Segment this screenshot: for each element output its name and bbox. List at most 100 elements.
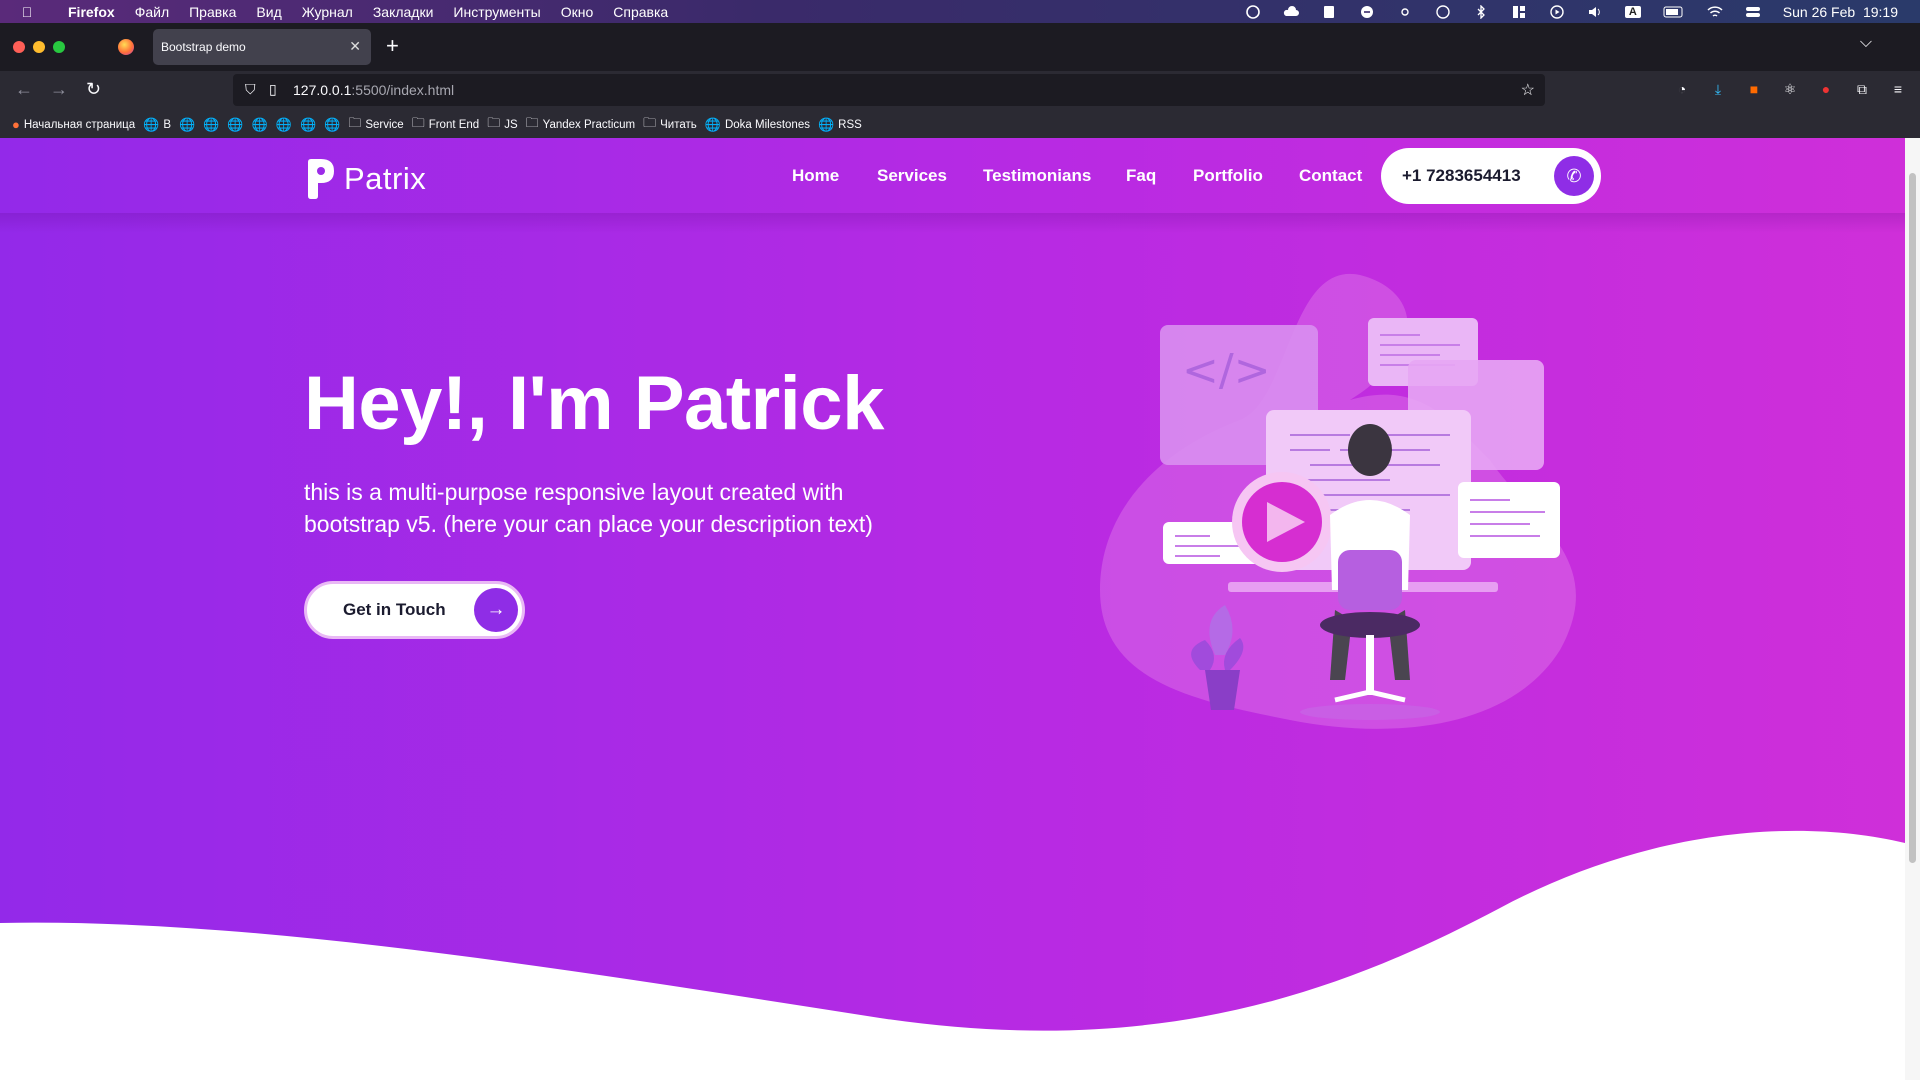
bookmarks-toolbar: ● Начальная страница 🌐 В 🌐 🌐 🌐 🌐 🌐 🌐 🌐 🗀 Service 🗀 Fro…: [0, 111, 1920, 138]
wifi-icon[interactable]: [1707, 5, 1723, 19]
globe-icon: 🌐: [817, 116, 835, 132]
forward-button[interactable]: →: [50, 79, 68, 100]
developer-illustration: </>: [1100, 273, 1576, 729]
get-in-touch-button[interactable]: Get in Touch →: [304, 581, 525, 639]
downloads-icon[interactable]: ⤓: [1710, 81, 1726, 98]
brightness-icon[interactable]: [1397, 5, 1413, 19]
react-devtools-icon[interactable]: ⚛: [1782, 81, 1798, 98]
extensions-icon[interactable]: ⧉: [1854, 81, 1870, 98]
page-info-icon[interactable]: ▯: [269, 81, 277, 98]
tracking-protection-icon[interactable]: ⛉: [245, 81, 256, 98]
menu-edit[interactable]: Правка: [189, 4, 236, 20]
folder-icon: 🗀: [411, 114, 425, 130]
page-scrollbar[interactable]: [1905, 138, 1920, 1080]
bookmark-item[interactable]: 🌐: [252, 117, 268, 133]
shazam-icon[interactable]: [1435, 4, 1451, 19]
bookmark-label: Doka Milestones: [724, 118, 810, 131]
globe-icon: 🌐: [324, 116, 341, 132]
site-logo[interactable]: Patrix: [306, 158, 426, 200]
globe-icon: 🌐: [275, 116, 292, 132]
scrollbar-thumb[interactable]: [1909, 173, 1916, 863]
apple-icon[interactable]: : [16, 4, 38, 20]
bookmark-item[interactable]: 🌐: [276, 117, 292, 133]
menu-clock[interactable]: Sun 26 Feb 19:19: [1783, 4, 1898, 20]
bookmark-item[interactable]: ● Начальная страница: [12, 117, 135, 132]
input-source-indicator[interactable]: A: [1624, 5, 1641, 18]
nav-link-contact[interactable]: Contact: [1299, 166, 1362, 186]
bookmark-item[interactable]: 🗀 Yandex Practicum: [526, 114, 635, 136]
bookmark-label: Service: [365, 118, 404, 131]
bookmark-label: В: [163, 118, 171, 131]
firefox-icon: ●: [12, 117, 20, 132]
clipboard-icon[interactable]: [1321, 5, 1337, 19]
globe-icon: 🌐: [251, 116, 268, 132]
menu-tools[interactable]: Инструменты: [453, 4, 540, 20]
reload-button[interactable]: ↻: [86, 79, 101, 100]
browser-toolbar: ← → ↻ ⛉ ▯ 127.0.0.1:5500/index.html ☆ ◔ …: [0, 71, 1920, 111]
bookmark-item[interactable]: 🌐: [300, 117, 316, 133]
new-tab-button[interactable]: +: [386, 33, 399, 59]
cta-label: Get in Touch: [343, 600, 446, 619]
nav-link-testimonians[interactable]: Testimonians: [983, 166, 1091, 186]
nav-link-home[interactable]: Home: [792, 166, 839, 186]
address-bar[interactable]: ⛉ ▯ 127.0.0.1:5500/index.html ☆: [233, 74, 1545, 106]
bookmark-item[interactable]: 🗀 Читать: [643, 114, 697, 136]
phone-icon[interactable]: ✆: [1554, 156, 1594, 196]
control-center-icon[interactable]: [1745, 5, 1761, 19]
system-menu-bar:  Firefox Файл Правка Вид Журнал Закладк…: [0, 0, 1920, 23]
bookmark-item[interactable]: 🌐 RSS: [818, 117, 862, 133]
bookmark-item[interactable]: 🌐 Doka Milestones: [705, 117, 810, 133]
bookmark-label: Читать: [660, 118, 697, 131]
bluetooth-icon[interactable]: [1473, 4, 1489, 19]
menu-view[interactable]: Вид: [256, 4, 281, 20]
tab-bootstrap-demo[interactable]: Bootstrap demo ✕: [153, 29, 371, 65]
bookmark-label: Yandex Practicum: [542, 118, 636, 131]
bookmark-label: Начальная страница: [23, 118, 136, 131]
phone-contact-button[interactable]: +1 7283654413 ✆: [1381, 148, 1601, 204]
menu-window[interactable]: Окно: [561, 4, 594, 20]
firefox-view-icon[interactable]: [118, 39, 134, 55]
tab-close-icon[interactable]: ✕: [349, 38, 361, 55]
layout-icon[interactable]: [1511, 5, 1527, 19]
video-play-icon[interactable]: [1232, 472, 1332, 572]
window-zoom-button[interactable]: [53, 41, 65, 53]
bookmark-item[interactable]: 🗀 Service: [348, 114, 403, 136]
adblock-icon[interactable]: ●: [1818, 81, 1834, 98]
menu-help[interactable]: Справка: [613, 4, 668, 20]
bookmark-label: JS: [504, 118, 518, 131]
menu-file[interactable]: Файл: [135, 4, 169, 20]
extension-color-icon[interactable]: ■: [1746, 81, 1762, 98]
sync-icon[interactable]: [1359, 5, 1375, 19]
globe-icon: 🌐: [704, 116, 721, 132]
battery-icon[interactable]: [1663, 5, 1685, 19]
play-circle-icon[interactable]: [1549, 4, 1565, 19]
bookmark-item[interactable]: 🗀 Front End: [412, 114, 480, 136]
menu-app-name[interactable]: Firefox: [68, 4, 115, 20]
list-all-tabs-icon[interactable]: ⌵: [1860, 34, 1872, 52]
volume-icon[interactable]: [1587, 5, 1603, 19]
menu-history[interactable]: Журнал: [302, 4, 353, 20]
menu-bookmarks[interactable]: Закладки: [373, 4, 434, 20]
app-menu-icon[interactable]: ≡: [1890, 81, 1906, 98]
code-tag-icon: </>: [1182, 345, 1271, 396]
bookmark-item[interactable]: 🌐: [203, 117, 219, 133]
bookmark-item[interactable]: 🌐: [324, 117, 340, 133]
folder-icon: 🗀: [525, 114, 539, 130]
cloud-icon[interactable]: [1283, 5, 1299, 19]
bookmark-item[interactable]: 🌐: [179, 117, 195, 133]
bookmark-star-icon[interactable]: ☆: [1521, 80, 1535, 100]
nav-link-services[interactable]: Services: [877, 166, 947, 186]
window-close-button[interactable]: [13, 41, 25, 53]
bookmark-item[interactable]: 🌐 В: [143, 117, 171, 133]
hero-bottom-wave: [0, 830, 1905, 1080]
back-button[interactable]: ←: [15, 79, 33, 100]
phone-number: +1 7283654413: [1402, 166, 1521, 185]
pocket-icon[interactable]: ◔: [1674, 81, 1690, 98]
globe-icon: 🌐: [227, 116, 244, 132]
bookmark-item[interactable]: 🌐: [227, 117, 243, 133]
nav-link-portfolio[interactable]: Portfolio: [1193, 166, 1263, 186]
creative-cloud-icon[interactable]: [1245, 4, 1261, 19]
nav-link-faq[interactable]: Faq: [1126, 166, 1156, 186]
window-minimize-button[interactable]: [33, 41, 45, 53]
bookmark-item[interactable]: 🗀 JS: [487, 114, 517, 136]
